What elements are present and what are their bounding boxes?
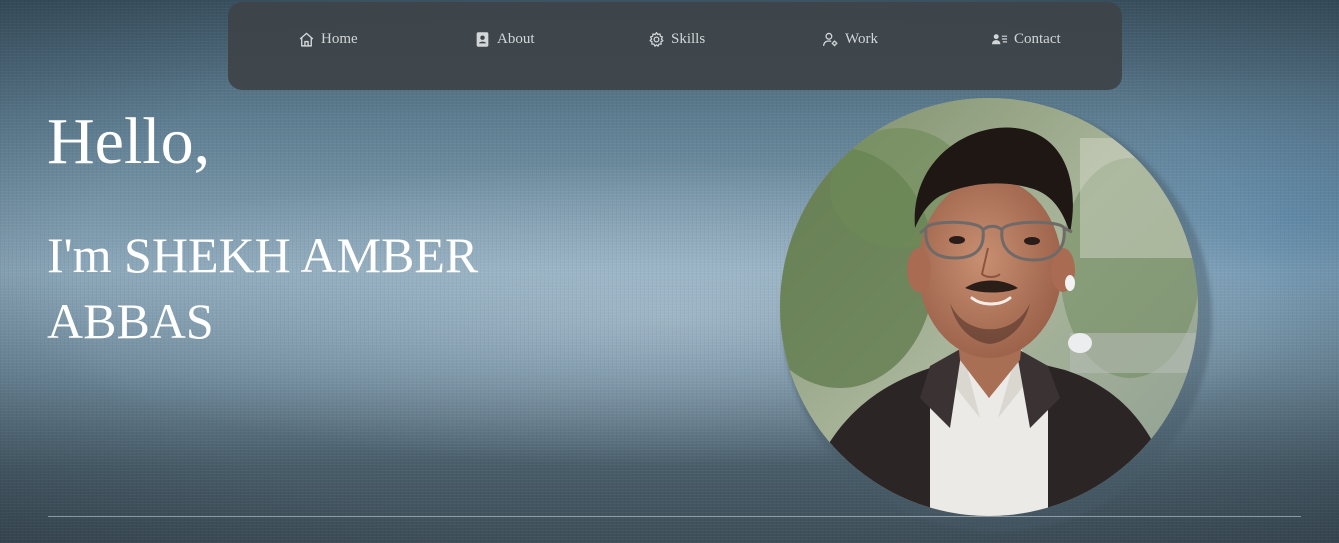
nav-item-about[interactable]: About xyxy=(474,27,535,51)
user-gear-icon xyxy=(822,31,839,48)
nav-item-about-label: About xyxy=(497,30,535,47)
top-navigation: Home About Skills Work Contact xyxy=(228,2,1122,90)
nav-item-home[interactable]: Home xyxy=(298,27,358,51)
nav-item-contact[interactable]: Contact xyxy=(991,27,1061,51)
contact-book-icon xyxy=(474,31,491,48)
nav-item-work[interactable]: Work xyxy=(822,27,878,51)
contact-card-icon xyxy=(991,31,1008,48)
nav-item-skills[interactable]: Skills xyxy=(648,27,705,51)
hero-intro-name: I'm SHEKH AMBER ABBAS xyxy=(47,227,479,349)
nav-item-home-label: Home xyxy=(321,30,358,47)
profile-photo xyxy=(780,98,1198,516)
hero-greeting: Hello, xyxy=(47,105,211,178)
home-icon xyxy=(298,31,315,48)
section-divider xyxy=(48,516,1301,517)
nav-item-skills-label: Skills xyxy=(671,30,706,47)
nav-item-contact-label: Contact xyxy=(1014,30,1061,47)
nav-item-work-label: Work xyxy=(845,30,878,47)
gear-icon xyxy=(648,31,665,48)
